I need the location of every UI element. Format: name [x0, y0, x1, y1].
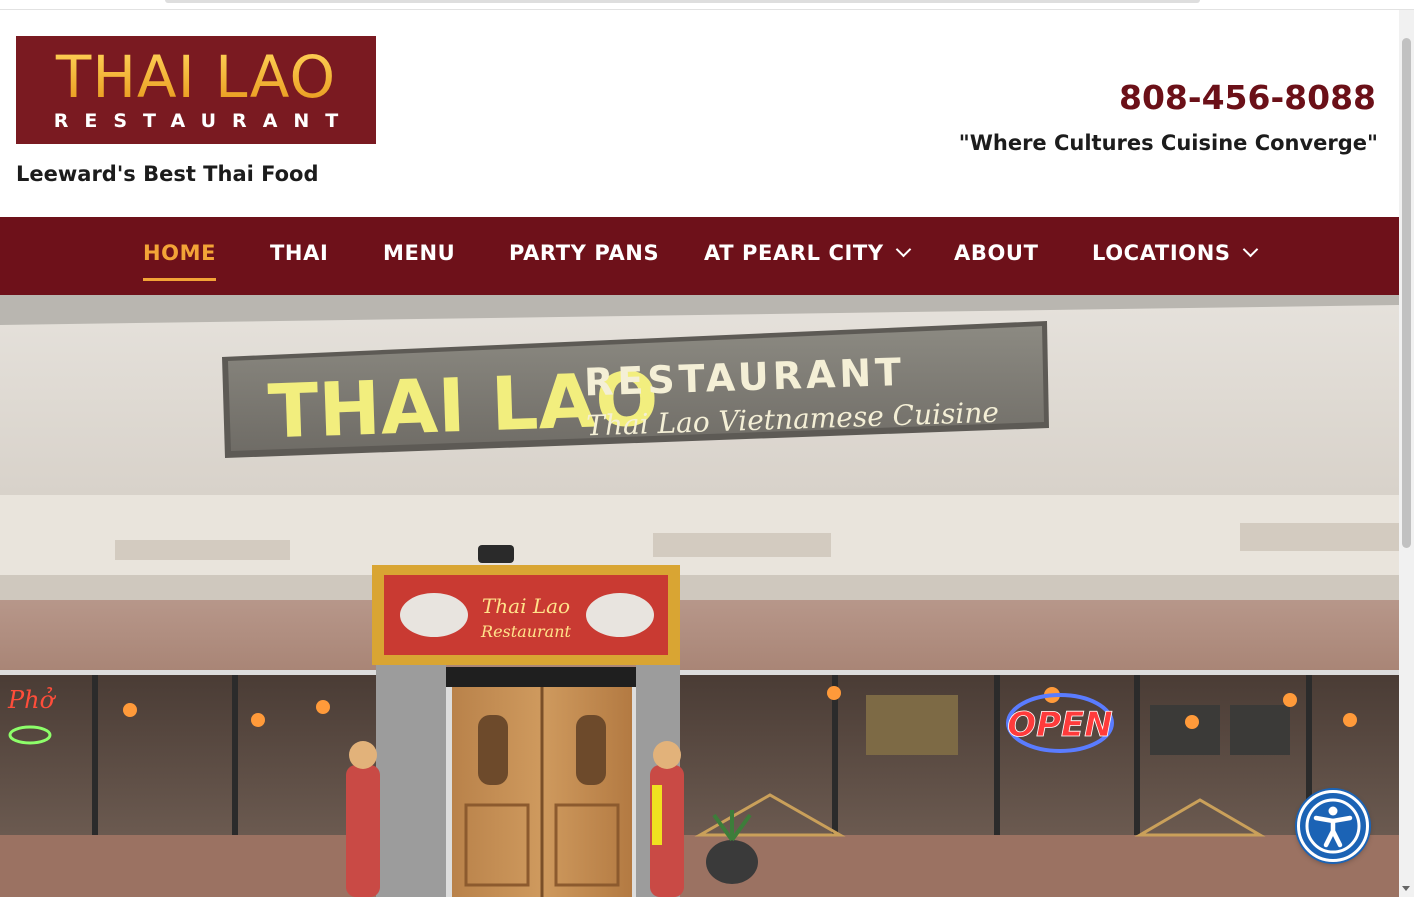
nav-item-locations[interactable]: LOCATIONS [1092, 241, 1258, 273]
storefront-illustration: THAI LAO RESTAURANT Thai Lao Vietnamese … [0, 295, 1399, 897]
scroll-down-arrow-icon[interactable] [1402, 886, 1410, 891]
nav-item-label: HOME [143, 241, 217, 265]
chevron-down-icon [1242, 241, 1258, 258]
browser-top-edge [0, 0, 1414, 10]
nav-item-party-pans[interactable]: PARTY PANS [509, 241, 659, 273]
nav-item-label: THAI [270, 241, 329, 265]
nav-item-at-pearl-city[interactable]: AT PEARL CITY [704, 241, 911, 273]
hero-storefront-image: THAI LAO RESTAURANT Thai Lao Vietnamese … [0, 295, 1399, 897]
accessibility-button[interactable] [1297, 790, 1369, 862]
nav-item-menu[interactable]: MENU [383, 241, 455, 273]
browser-address-bar[interactable] [165, 0, 1200, 3]
page-scrollbar[interactable] [1399, 10, 1414, 897]
nav-item-label: PARTY PANS [509, 241, 660, 265]
banner-line-2: Restaurant [480, 622, 571, 641]
nav-item-home[interactable]: HOME [143, 241, 217, 281]
nav-item-label: AT PEARL CITY [704, 241, 884, 265]
logo-sub-text: RESTAURANT [53, 110, 355, 132]
chevron-down-icon [895, 241, 911, 258]
site-logo[interactable]: THAI LAO RESTAURANT [16, 36, 376, 144]
slogan: "Where Cultures Cuisine Converge" [958, 131, 1378, 155]
site-header: THAI LAO RESTAURANT Leeward's Best Thai … [0, 10, 1399, 217]
nav-item-label: MENU [383, 241, 456, 265]
main-navigation: HOME THAI MENU PARTY PANS AT PEARL CITY … [0, 217, 1399, 295]
site-tagline: Leeward's Best Thai Food [16, 162, 319, 186]
nav-item-label: LOCATIONS [1092, 241, 1231, 265]
scrollbar-thumb[interactable] [1402, 38, 1411, 548]
nav-item-about[interactable]: ABOUT [954, 241, 1039, 273]
banner-line-1: Thai Lao [482, 594, 570, 618]
nav-item-label: ABOUT [954, 241, 1039, 265]
open-neon-sign: OPEN [1007, 705, 1113, 745]
pho-neon-sign: Phở [7, 686, 57, 714]
phone-number-link[interactable]: 808-456-8088 [1119, 78, 1376, 117]
logo-main-text: THAI LAO [16, 46, 376, 108]
accessibility-icon [1305, 798, 1361, 854]
nav-item-thai[interactable]: THAI [270, 241, 328, 273]
